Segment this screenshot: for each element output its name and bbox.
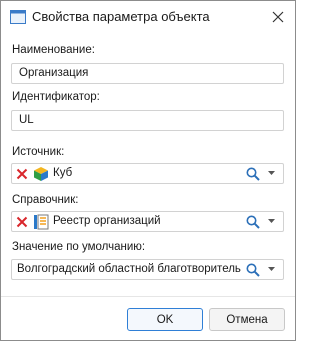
object-parameter-properties-dialog: Свойства параметра объекта Наименование:… [0, 0, 296, 341]
default-value-label: Значение по умолчанию: [12, 241, 146, 253]
clear-icon[interactable] [16, 216, 28, 228]
chevron-down-icon[interactable] [268, 219, 275, 224]
cube-icon [34, 167, 48, 181]
ok-button[interactable]: OK [127, 308, 203, 331]
dictionary-icon [34, 214, 49, 230]
source-value: Куб [53, 167, 73, 179]
dictionary-label: Справочник: [12, 194, 79, 206]
title-bar: Свойства параметра объекта [1, 1, 295, 33]
footer-divider [1, 296, 295, 297]
window-icon [10, 10, 26, 24]
chevron-down-icon[interactable] [268, 267, 275, 272]
search-icon[interactable] [246, 263, 260, 277]
cancel-button[interactable]: Отмена [209, 308, 285, 331]
name-value: Организация [19, 67, 89, 79]
source-field[interactable]: Куб [11, 163, 284, 184]
search-icon[interactable] [246, 215, 260, 229]
name-label: Наименование: [12, 44, 95, 56]
identifier-field[interactable]: UL [11, 110, 284, 131]
source-label: Источник: [12, 146, 65, 158]
default-value-field[interactable]: Волгоградский областной благотворительн [11, 259, 284, 280]
dialog-title: Свойства параметра объекта [32, 9, 210, 24]
search-icon[interactable] [246, 167, 260, 181]
identifier-label: Идентификатор: [12, 91, 100, 103]
default-value: Волгоградский областной благотворительн [17, 263, 241, 275]
chevron-down-icon[interactable] [268, 171, 275, 176]
identifier-value: UL [19, 114, 34, 126]
dictionary-field[interactable]: Реестр организаций [11, 211, 284, 232]
name-field[interactable]: Организация [11, 63, 284, 84]
close-icon [272, 11, 284, 23]
close-button[interactable] [265, 4, 291, 30]
dictionary-value: Реестр организаций [53, 215, 161, 227]
clear-icon[interactable] [16, 168, 28, 180]
